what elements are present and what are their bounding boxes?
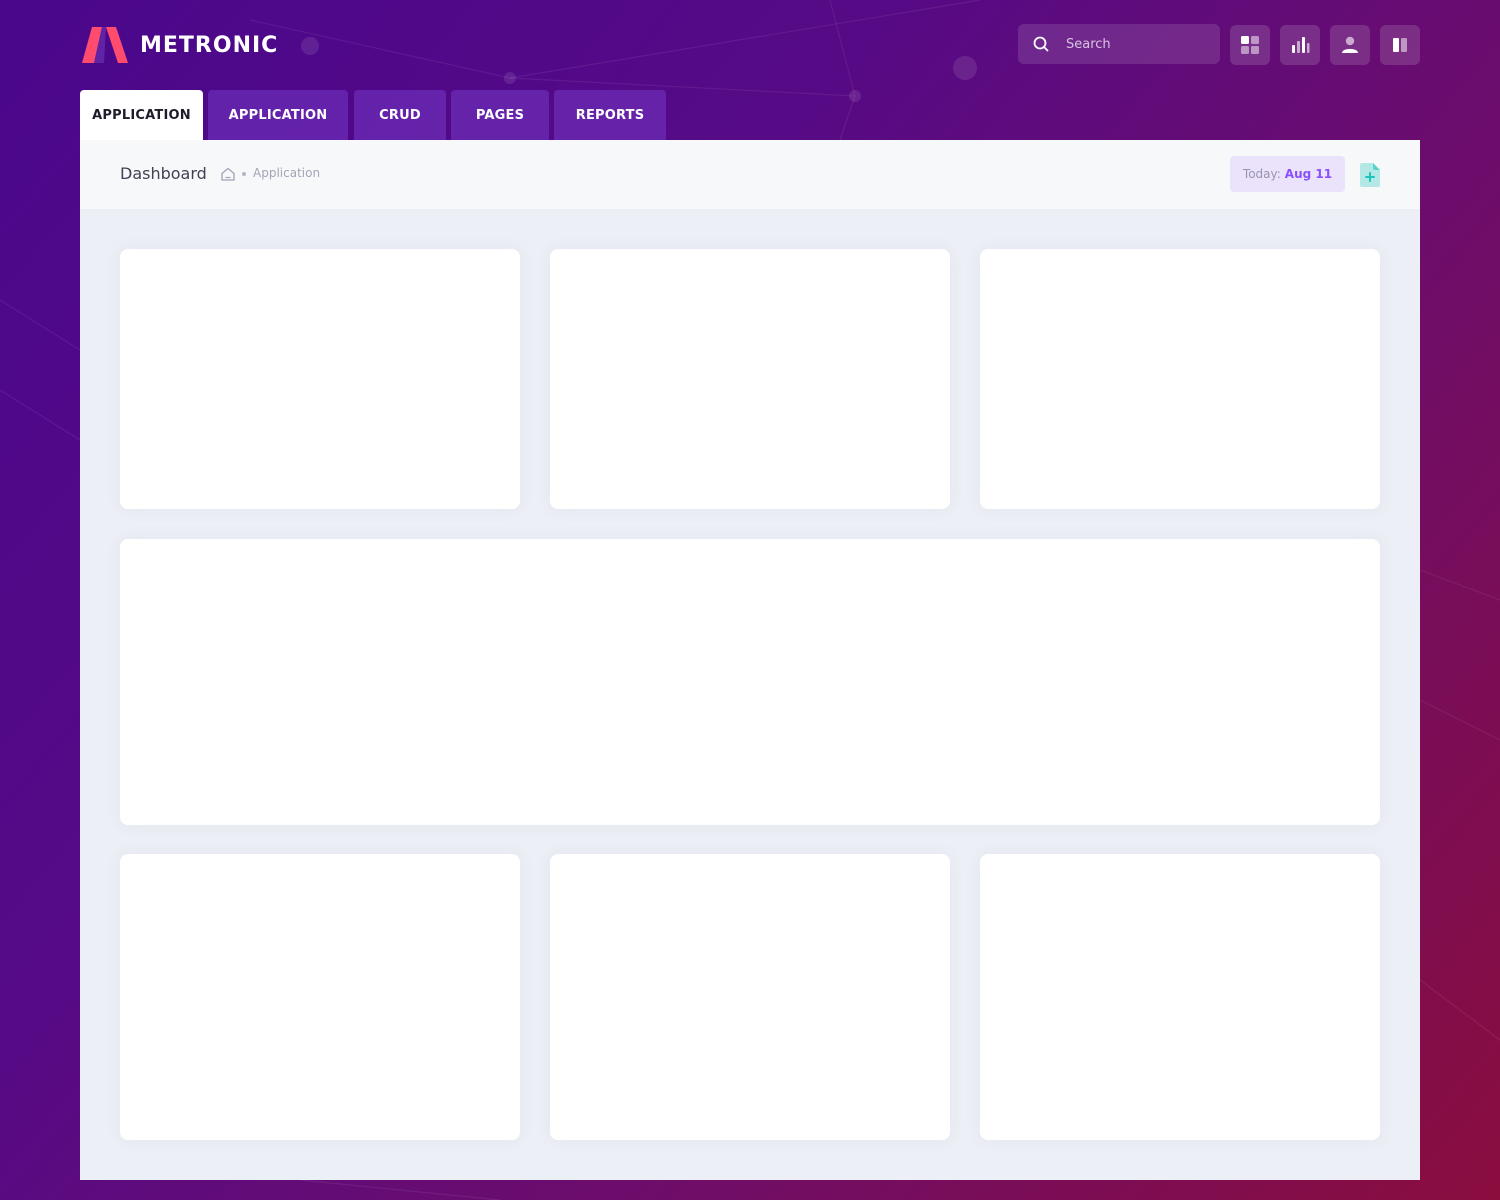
user-button[interactable] bbox=[1330, 25, 1370, 65]
today-label: Today: bbox=[1242, 167, 1281, 181]
breadcrumb-item-application[interactable]: Application bbox=[253, 166, 320, 180]
layout-columns-icon bbox=[1393, 38, 1407, 52]
widget-card-5 bbox=[550, 854, 950, 1140]
widget-card-4 bbox=[120, 854, 520, 1140]
search-box[interactable] bbox=[1018, 24, 1220, 64]
page-title: Dashboard bbox=[120, 164, 207, 183]
breadcrumb-separator bbox=[242, 172, 246, 176]
brand[interactable]: METRONIC bbox=[80, 27, 278, 63]
brand-name: METRONIC bbox=[140, 32, 279, 58]
widget-card-wide bbox=[120, 539, 1380, 825]
subheader: Dashboard Application Today: Aug 11 bbox=[80, 140, 1420, 209]
tab-application[interactable]: APPLICATION bbox=[80, 90, 203, 140]
user-icon bbox=[1342, 36, 1358, 53]
metronic-logo-icon bbox=[82, 27, 128, 63]
today-date: Aug 11 bbox=[1284, 167, 1333, 181]
search-input[interactable] bbox=[1064, 35, 1208, 53]
apps-grid-icon bbox=[1241, 36, 1259, 54]
today-date-picker[interactable]: Today: Aug 11 bbox=[1230, 156, 1345, 192]
stats-button[interactable] bbox=[1280, 25, 1320, 65]
apps-grid-button[interactable] bbox=[1230, 25, 1270, 65]
tab-application-2[interactable]: APPLICATION bbox=[208, 90, 348, 140]
tab-reports[interactable]: REPORTS bbox=[554, 90, 666, 140]
search-icon bbox=[1033, 36, 1049, 52]
tab-crud[interactable]: CRUD bbox=[354, 90, 446, 140]
main-content: Dashboard Application Today: Aug 11 bbox=[80, 140, 1420, 1180]
top-header: METRONIC bbox=[80, 22, 1420, 68]
widget-card-6 bbox=[980, 854, 1380, 1140]
widget-card-1 bbox=[120, 249, 520, 509]
file-plus-icon[interactable] bbox=[1360, 163, 1380, 187]
bar-chart-icon bbox=[1292, 37, 1310, 53]
widget-card-2 bbox=[550, 249, 950, 509]
tab-pages[interactable]: PAGES bbox=[451, 90, 549, 140]
layout-toggle-button[interactable] bbox=[1380, 25, 1420, 65]
widget-card-3 bbox=[980, 249, 1380, 509]
home-icon[interactable] bbox=[220, 166, 236, 182]
